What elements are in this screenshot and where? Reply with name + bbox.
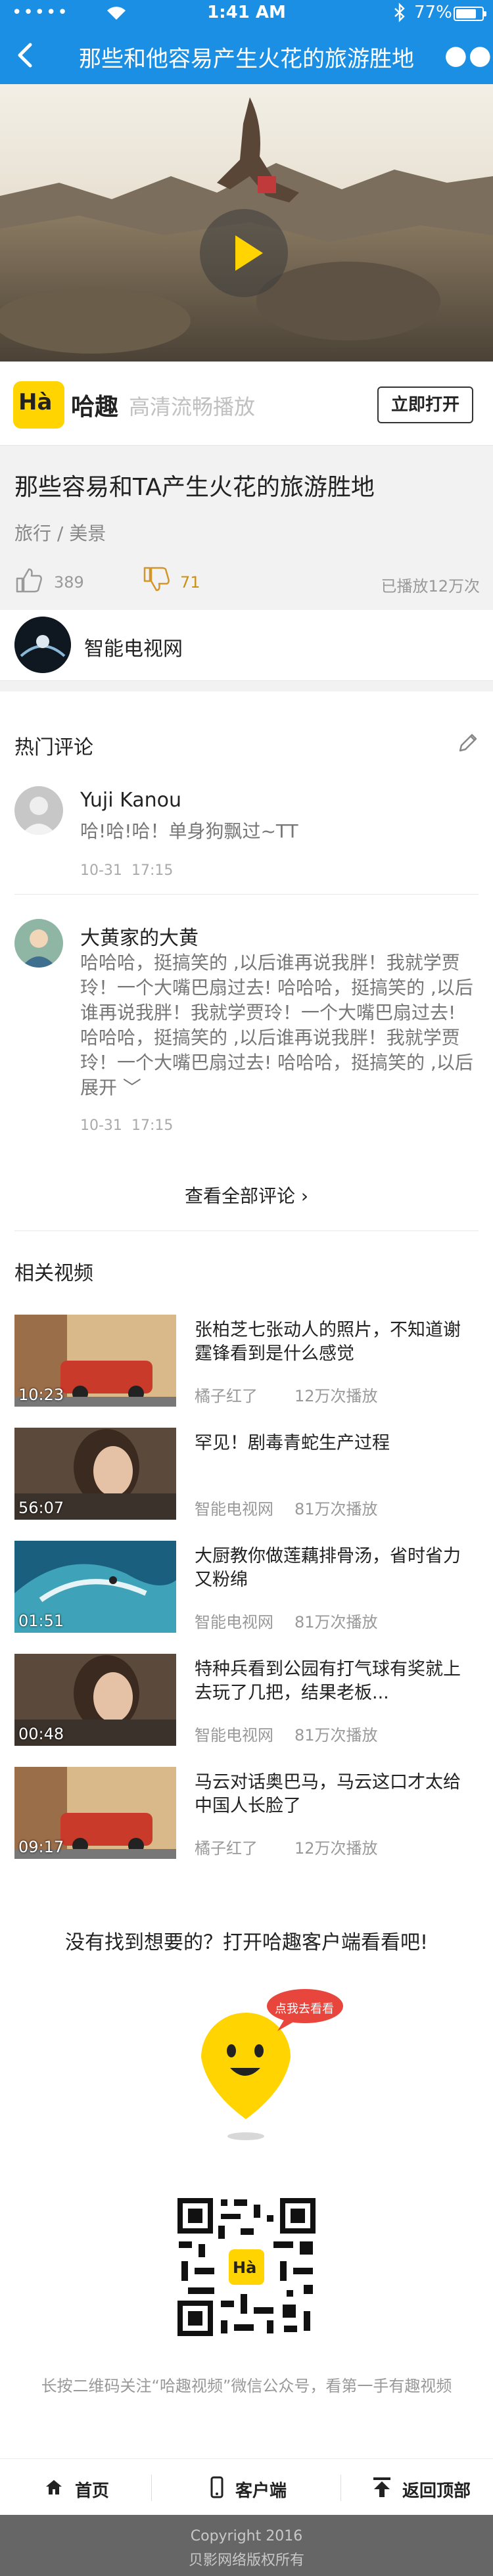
section-spacer	[0, 681, 493, 691]
video-duration: 10:23	[18, 1386, 64, 1404]
comment-time: 17:15	[131, 862, 174, 879]
mascot[interactable]: 点我去看看	[193, 1979, 351, 2143]
comment-username[interactable]: 大黄家的大黄	[80, 922, 199, 950]
promo-text: 没有找到想要的？打开哈趣客户端看看吧!	[64, 1931, 429, 1954]
video-duration: 00:48	[18, 1725, 64, 1743]
video-player[interactable]	[0, 84, 493, 362]
like-count: 389	[54, 573, 84, 592]
arrow-up-icon	[373, 2477, 390, 2497]
video-item-title: 马云对话奥巴马，马云这口才太给中国人长脸了	[195, 1772, 461, 1816]
phone-icon	[210, 2476, 223, 2498]
video-item-title: 特种兵看到公园有打气球有奖就上去玩了几把，结果老板...	[195, 1659, 461, 1703]
thumbs-down-icon	[143, 567, 170, 592]
footer-client-link[interactable]: 客户端	[164, 2459, 329, 2516]
video-item-title: 张柏芝七张动人的照片，不知道谢霆锋看到是什么感觉	[195, 1320, 461, 1364]
chevron-down-icon: ﹀	[122, 1077, 141, 1098]
thumbs-up-icon	[16, 568, 42, 593]
video-source: 橘子红了	[195, 1387, 258, 1405]
comment-item: 大黄家的大黄 哈哈哈，挺搞笑的 ,以后谁再说我胖！我就学贾玲！一个大嘴巴扇过去!…	[0, 916, 493, 1140]
pencil-icon[interactable]	[456, 731, 480, 755]
qr-code-image: Hà	[175, 2195, 318, 2339]
comment-date: 10-31	[80, 862, 122, 879]
battery-percent: 77%	[414, 3, 452, 22]
video-source: 智能电视网	[195, 1500, 273, 1518]
related-video-item[interactable]: 56:07 罕见！剧毒青蛇生产过程 智能电视网 81万次播放	[0, 1428, 493, 1526]
video-source: 智能电视网	[195, 1613, 273, 1631]
video-thumbnail: 09:17	[14, 1767, 176, 1859]
see-all-comments-link[interactable]: 查看全部评论 ›	[0, 1182, 493, 1208]
related-video-item[interactable]: 01:51 大厨教你做莲藕排骨汤，省时省力又粉绵 智能电视网 81万次播放	[0, 1541, 493, 1639]
video-duration: 09:17	[18, 1838, 64, 1856]
divider	[14, 1230, 479, 1231]
haqu-logo: Hà	[13, 381, 64, 429]
qr-code[interactable]: Hà	[175, 2195, 318, 2339]
video-thumbnail: 00:48	[14, 1654, 176, 1746]
comment-date: 10-31	[80, 1117, 122, 1134]
expand-link[interactable]: 展开 ﹀	[80, 1075, 141, 1100]
video-source: 智能电视网	[195, 1726, 273, 1745]
related-video-item[interactable]: 09:17 马云对话奥巴马，马云这口才太给中国人长脸了 橘子红了 12万次播放	[0, 1767, 493, 1865]
hot-comments-heading: 热门评论	[14, 736, 93, 759]
video-duration: 01:51	[18, 1612, 64, 1630]
brand-slogan: 高清流畅播放	[129, 394, 256, 419]
footer-nav: 首页 客户端 返回顶部	[0, 2458, 493, 2515]
video-play-count: 12万次播放	[294, 1839, 378, 1858]
related-video-item[interactable]: 00:48 特种兵看到公园有打气球有奖就上去玩了几把，结果老板... 智能电视网…	[0, 1654, 493, 1752]
play-count: 已播放12万次	[381, 577, 480, 596]
nav-bar: 那些和他容易产生火花的旅游胜地 ●●●	[0, 26, 493, 84]
dislike-count: 71	[180, 573, 200, 592]
user-avatar[interactable]	[14, 786, 63, 835]
copyright-line: Copyright 2016	[190, 2528, 303, 2544]
video-thumbnail: 01:51	[14, 1541, 176, 1633]
footer-back-to-top-link[interactable]: 返回顶部	[329, 2459, 493, 2516]
channel-row[interactable]: 智能电视网	[0, 610, 493, 681]
back-arrow-icon[interactable]	[12, 35, 41, 75]
video-play-count: 12万次播放	[294, 1387, 378, 1405]
video-title: 那些容易和TA产生火花的旅游胜地	[14, 474, 375, 501]
comment-time: 17:15	[131, 1117, 174, 1134]
related-video-item[interactable]: 10:23 张柏芝七张动人的照片，不知道谢霆锋看到是什么感觉 橘子红了 12万次…	[0, 1315, 493, 1413]
home-icon	[46, 2480, 62, 2494]
copyright-owner: 贝影网络版权所有	[188, 2552, 304, 2569]
status-bar: ••••• 1:41 AM 77%	[0, 0, 493, 26]
video-thumbnail: 56:07	[14, 1428, 176, 1520]
comment-username[interactable]: Yuji Kanou	[80, 789, 181, 812]
footer-separator	[151, 2475, 152, 2501]
comment-text: 哈哈哈，挺搞笑的 ,以后谁再说我胖！我就学贾玲！一个大嘴巴扇过去! 哈哈哈，挺搞…	[80, 952, 474, 1073]
more-icon[interactable]: ●●●	[444, 42, 493, 68]
page-title: 那些和他容易产生火花的旅游胜地	[79, 46, 414, 72]
dislike-button[interactable]: 71	[142, 565, 221, 596]
battery-icon	[454, 7, 486, 21]
qr-caption: 长按二维码关注“哈趣视频”微信公众号，看第一手有趣视频	[41, 2377, 452, 2395]
user-avatar[interactable]	[14, 919, 63, 968]
chevron-right-icon: ›	[300, 1185, 309, 1207]
open-app-button[interactable]: 立即打开	[377, 386, 473, 423]
app-download-banner: Hà 哈趣 高清流畅播放 立即打开	[0, 362, 493, 446]
related-videos-heading: 相关视频	[14, 1262, 93, 1285]
mascot-bubble-text: 点我去看看	[275, 2002, 334, 2016]
comment-text: 哈!哈!哈！单身狗飘过~TT	[80, 820, 298, 842]
bluetooth-icon	[393, 3, 406, 27]
video-item-title: 罕见！剧毒青蛇生产过程	[195, 1433, 390, 1453]
video-play-count: 81万次播放	[294, 1500, 378, 1518]
video-thumbnail: 10:23	[14, 1315, 176, 1407]
channel-avatar	[14, 617, 71, 673]
video-category[interactable]: 旅行 / 美景	[14, 519, 106, 546]
channel-name: 智能电视网	[84, 638, 183, 661]
brand-name: 哈趣	[71, 394, 119, 421]
play-button[interactable]	[200, 209, 288, 297]
divider	[14, 894, 479, 895]
video-play-count: 81万次播放	[294, 1726, 378, 1745]
copyright-footer: Copyright 2016 贝影网络版权所有	[0, 2515, 493, 2576]
like-button[interactable]: 389	[14, 565, 93, 596]
comment-item: Yuji Kanou 哈!哈!哈！单身狗飘过~TT 10-31 17:15	[0, 782, 493, 887]
video-source: 橘子红了	[195, 1839, 258, 1858]
play-icon	[235, 235, 263, 271]
video-duration: 56:07	[18, 1499, 64, 1517]
video-item-title: 大厨教你做莲藕排骨汤，省时省力又粉绵	[195, 1546, 461, 1590]
svg-text:Hà: Hà	[233, 2259, 256, 2277]
footer-home-link[interactable]: 首页	[0, 2459, 164, 2516]
video-play-count: 81万次播放	[294, 1613, 378, 1631]
